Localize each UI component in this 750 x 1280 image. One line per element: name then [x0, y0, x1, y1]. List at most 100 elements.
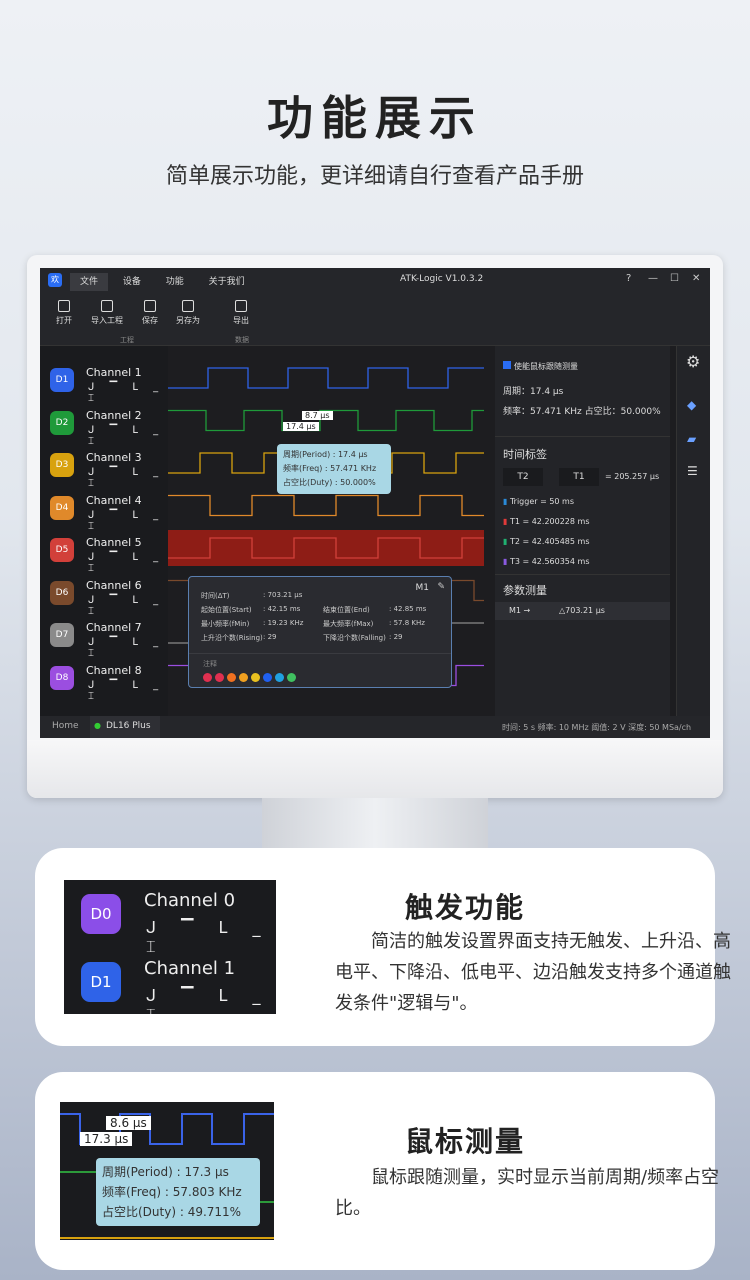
measure-key: 起始位置(Start): [201, 606, 252, 614]
menu-about[interactable]: 关于我们: [209, 277, 245, 287]
open-label: 打开: [56, 316, 72, 325]
color-swatch[interactable]: [263, 673, 272, 682]
settings-icon[interactable]: ⚙: [686, 352, 700, 371]
app-title: ATK-Logic V1.0.3.2: [400, 274, 484, 284]
channel-badge[interactable]: D1: [50, 368, 74, 392]
channel-badge[interactable]: D7: [50, 623, 74, 647]
menu-function[interactable]: 功能: [166, 277, 184, 287]
thumb-duty: 占空比(Duty) : 49.711%: [102, 1205, 242, 1219]
save-button[interactable]: 保存: [142, 300, 158, 326]
measure-value: : 42.15 ms: [263, 605, 301, 613]
channel-badge[interactable]: D5: [50, 538, 74, 562]
save-as-label: 另存为: [176, 316, 200, 325]
cursor-label-period: 17.4 μs: [283, 422, 319, 431]
measure-key: 最小频率(fMin): [201, 620, 250, 628]
param-row-name[interactable]: M1 →: [509, 606, 530, 615]
trigger-options[interactable]: ᒍ ▔ ᒪ _ ⌶: [88, 510, 168, 532]
maximize-button[interactable]: ☐: [670, 273, 679, 284]
open-button[interactable]: 打开: [56, 300, 72, 326]
param-title: 参数测量: [503, 584, 547, 597]
status-info: 时间: 5 s 频率: 10 MHz 阈值: 2 V 深度: 50 MSa/ch: [502, 723, 692, 732]
tag-marker-icon: ▮: [503, 537, 510, 546]
color-swatch[interactable]: [215, 673, 224, 682]
import-label: 导入工程: [91, 316, 123, 325]
channel-name: Channel 8: [86, 663, 142, 677]
tag-marker-icon: ▮: [503, 557, 510, 566]
tag-a-select[interactable]: T2: [503, 468, 543, 486]
channel-badge[interactable]: D2: [50, 410, 74, 435]
thumb-trigger-options: ᒍ ▔ ᒪ _ ⌶: [146, 918, 271, 956]
channel-badge[interactable]: D3: [50, 453, 74, 477]
trigger-options[interactable]: ᒍ ▔ ᒪ _ ⌶: [88, 425, 168, 447]
channel-5-highlight: [168, 530, 484, 566]
minimize-button[interactable]: —: [648, 273, 658, 284]
tag-b-select[interactable]: T1: [559, 468, 599, 486]
trigger-options[interactable]: ᒍ ▔ ᒪ _ ⌶: [88, 552, 168, 574]
color-swatch[interactable]: [287, 673, 296, 682]
channel-row[interactable]: D3 Channel 3 ᒍ ▔ ᒪ _ ⌶: [40, 445, 168, 489]
time-tag[interactable]: ▮ T1 = 42.200228 ms: [503, 512, 589, 532]
color-swatch[interactable]: [251, 673, 260, 682]
color-swatch[interactable]: [227, 673, 236, 682]
channel-row[interactable]: D8 Channel 8 ᒍ ▔ ᒪ _ ⌶: [40, 658, 168, 702]
measure-icon[interactable]: ◆: [687, 398, 696, 412]
channel-badge[interactable]: D4: [50, 495, 74, 520]
hover-measure-popup: 周期(Period) : 17.4 μs 频率(Freq) : 57.471 K…: [277, 444, 391, 494]
device-tab[interactable]: DL16 Plus: [106, 721, 151, 731]
color-swatch[interactable]: [275, 673, 284, 682]
thumb-period: 周期(Period) : 17.3 μs: [102, 1165, 229, 1179]
trigger-options[interactable]: ᒍ ▔ ᒪ _ ⌶: [88, 382, 168, 404]
search-list-icon[interactable]: ☰: [687, 464, 698, 478]
menu-device[interactable]: 设备: [123, 277, 141, 287]
channel-row[interactable]: D5 Channel 5 ᒍ ▔ ᒪ _ ⌶: [40, 530, 168, 574]
time-tag[interactable]: ▮ Trigger = 50 ms: [503, 492, 589, 512]
pin-icon[interactable]: ✎: [437, 582, 445, 592]
group-project-label: 工程: [120, 336, 134, 344]
channel-row[interactable]: D6 Channel 6 ᒍ ▔ ᒪ _ ⌶: [40, 573, 168, 617]
channel-badge[interactable]: D8: [50, 665, 74, 690]
measure-key: 结束位置(End): [323, 606, 370, 614]
measurement-panel[interactable]: M1 ✎ 时间(ΔT) : 703.21 μs 起始位置(Start) : 42…: [188, 576, 452, 688]
channel-waveform: [168, 494, 484, 517]
thumb-measure-popup: 周期(Period) : 17.3 μs 频率(Freq) : 57.803 K…: [96, 1158, 260, 1226]
card-trigger-title: 触发功能: [405, 891, 526, 924]
time-tag[interactable]: ▮ T2 = 42.405485 ms: [503, 532, 589, 552]
channel-row[interactable]: D4 Channel 4 ᒍ ▔ ᒪ _ ⌶: [40, 488, 168, 532]
measure-value: : 29: [263, 633, 277, 641]
thumb-cursor-half: 8.6 μs: [106, 1116, 151, 1130]
channel-row[interactable]: D7 Channel 7 ᒍ ▔ ᒪ _ ⌶: [40, 615, 168, 659]
follow-checkbox[interactable]: 使能鼠标跟随测量: [503, 361, 578, 372]
page-title: 功能展示: [267, 91, 483, 145]
channel-row[interactable]: D1 Channel 1 ᒍ ▔ ᒪ _ ⌶: [40, 360, 168, 404]
help-button[interactable]: ?: [626, 273, 631, 284]
channel-name: Channel 6: [86, 578, 142, 592]
channel-name: Channel 1: [86, 366, 142, 379]
channel-badge[interactable]: D6: [50, 580, 74, 605]
tag-label: T2 = 42.405485 ms: [509, 537, 590, 546]
color-swatch[interactable]: [239, 673, 248, 682]
tag-label: T3 = 42.560354 ms: [509, 557, 590, 566]
save-as-button[interactable]: 另存为: [176, 300, 200, 326]
measure-value: : 57.8 KHz: [389, 619, 425, 627]
channel-row[interactable]: D2 Channel 2 ᒍ ▔ ᒪ _ ⌶: [40, 403, 168, 447]
channel-name: Channel 7: [86, 621, 142, 634]
trigger-options[interactable]: ᒍ ▔ ᒪ _ ⌶: [88, 637, 168, 659]
trigger-options[interactable]: ᒍ ▔ ᒪ _ ⌶: [88, 680, 168, 702]
channel-name: Channel 4: [86, 493, 142, 507]
ruler-icon[interactable]: ▰: [687, 432, 696, 446]
export-button[interactable]: 导出: [233, 300, 249, 326]
trigger-options[interactable]: ᒍ ▔ ᒪ _ ⌶: [88, 595, 168, 617]
side-freq: 频率：57.471 KHz 占空比：50.000%: [503, 407, 661, 417]
import-project-button[interactable]: 导入工程: [91, 300, 123, 326]
thumb-channel-name: Channel 1: [144, 958, 236, 979]
close-button[interactable]: ✕: [692, 273, 700, 284]
popup-freq: 频率(Freq) : 57.471 KHz: [283, 464, 377, 473]
channel-name: Channel 2: [86, 408, 142, 422]
trigger-options[interactable]: ᒍ ▔ ᒪ _ ⌶: [88, 467, 168, 489]
measure-title: M1: [415, 583, 430, 593]
time-tag[interactable]: ▮ T3 = 42.560354 ms: [503, 552, 589, 572]
home-tab[interactable]: Home: [52, 721, 79, 731]
save-icon: [144, 300, 156, 312]
menu-file[interactable]: 文件: [70, 272, 109, 291]
color-swatch[interactable]: [203, 673, 212, 682]
